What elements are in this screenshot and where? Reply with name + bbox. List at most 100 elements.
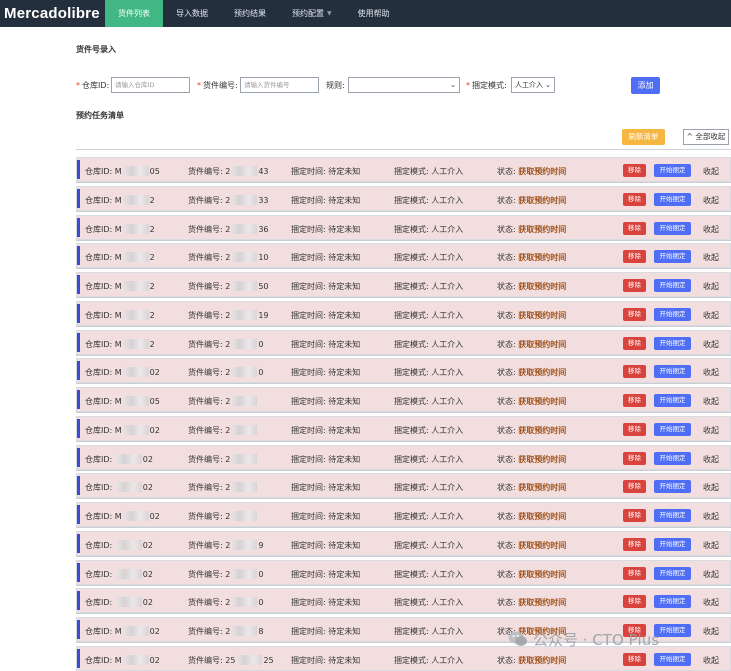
start-binding-button[interactable]: 开始捆定	[654, 279, 691, 292]
remove-button[interactable]: 移除	[623, 307, 646, 321]
collapse-link[interactable]: 收起	[703, 425, 719, 436]
warehouse-id-cell: 仓库ID: 02	[85, 539, 153, 550]
nav-item-booking-config[interactable]: 预约配置 ▼	[279, 0, 345, 27]
shipment-no-input[interactable]: 请输入货件编号	[240, 77, 319, 93]
remove-button[interactable]: 移除	[623, 652, 646, 666]
status-cell: 状态: 获取预约时间	[497, 282, 567, 291]
remove-button[interactable]: 移除	[623, 451, 646, 465]
redacted-mask	[122, 626, 149, 636]
row-accent-bar	[77, 591, 80, 611]
warehouse-id-label: * 仓库ID:	[76, 81, 110, 90]
nav-item-booking-results[interactable]: 预约结果	[221, 0, 279, 27]
bind-mode-select[interactable]: 人工介入 ⌄	[511, 77, 555, 93]
warehouse-id-input[interactable]: 请输入仓库ID	[111, 77, 190, 93]
status-cell: 状态: 获取预约时间	[497, 397, 567, 406]
remove-button[interactable]: 移除	[623, 164, 646, 177]
remove-button[interactable]: 移除	[623, 480, 646, 494]
bind-time-cell: 捆定时间: 待定未知	[291, 655, 361, 665]
start-binding-button[interactable]: 开始捆定	[654, 336, 691, 350]
start-binding-button[interactable]: 开始捆定	[654, 595, 691, 609]
nav-item-import-data[interactable]: 导入数据	[163, 0, 221, 27]
remove-button[interactable]: 移除	[623, 394, 646, 407]
start-binding-button[interactable]: 开始捆定	[654, 509, 691, 522]
warehouse-id-cell: 仓库ID: M 02	[85, 367, 160, 378]
remove-button[interactable]: 移除	[623, 566, 646, 580]
status-badge: 获取预约时间	[518, 224, 567, 234]
remove-button[interactable]: 移除	[623, 250, 646, 264]
start-binding-button[interactable]: 开始捆定	[654, 537, 691, 551]
bind-time-cell: 捆定时间: 待定未知	[291, 282, 361, 291]
shipment-no-cell: 货件编号: 2 33	[188, 194, 269, 205]
start-binding-button[interactable]: 开始捆定	[654, 307, 691, 321]
collapse-link[interactable]: 收起	[703, 310, 719, 321]
remove-button[interactable]: 移除	[623, 537, 646, 551]
remove-button[interactable]: 移除	[623, 365, 646, 379]
redacted-mask	[231, 338, 258, 349]
collapse-link[interactable]: 收起	[703, 454, 719, 465]
redacted-mask	[231, 482, 258, 493]
start-binding-button[interactable]: 开始捆定	[654, 250, 691, 264]
collapse-link[interactable]: 收起	[703, 482, 719, 493]
collapse-link[interactable]: 收起	[703, 569, 719, 580]
brand-logo[interactable]: Mercadolibre	[0, 5, 105, 22]
row-accent-bar	[77, 217, 80, 237]
remove-button[interactable]: 移除	[623, 336, 646, 350]
shipment-no-cell: 货件编号: 20	[188, 338, 264, 349]
warehouse-id-cell: 仓库ID: M 02	[85, 424, 160, 435]
start-binding-button[interactable]: 开始捆定	[654, 422, 691, 436]
add-button[interactable]: 添加	[631, 77, 660, 94]
refresh-list-button[interactable]: 刷新清单	[622, 129, 665, 145]
row-accent-bar	[77, 246, 80, 266]
bind-time-cell: 捆定时间: 待定未知	[291, 425, 361, 435]
remove-button[interactable]: 移除	[623, 509, 646, 522]
row-accent-bar	[77, 648, 80, 668]
bind-time-cell: 捆定时间: 待定未知	[291, 540, 361, 550]
collapse-link[interactable]: 收起	[703, 195, 719, 206]
collapse-link[interactable]: 收起	[703, 597, 719, 608]
redacted-mask	[115, 597, 142, 608]
start-binding-button[interactable]: 开始捆定	[654, 652, 691, 666]
bind-mode-cell: 捆定模式: 人工介入	[394, 512, 464, 521]
collapse-link[interactable]: 收起	[703, 540, 719, 551]
collapse-link[interactable]: 收起	[703, 396, 719, 407]
task-row: 仓库ID: M 02 货件编号: 2 0 捆定时间: 待定未知 捆定模式: 人工介入 状态:…	[76, 358, 731, 384]
start-binding-button[interactable]: 开始捆定	[654, 221, 691, 235]
collapse-link[interactable]: 收起	[703, 224, 719, 235]
start-binding-button[interactable]: 开始捆定	[654, 164, 691, 177]
status-badge: 获取预约时间	[518, 483, 567, 493]
rule-select[interactable]: ⌄	[348, 77, 460, 93]
status-badge: 获取预约时间	[518, 454, 567, 464]
chevron-up-icon: ^	[686, 132, 693, 141]
shipment-no-cell: 货件编号: 25 25	[188, 654, 274, 665]
row-accent-bar	[77, 533, 80, 553]
collapse-link[interactable]: 收起	[703, 166, 719, 177]
collapse-all-button[interactable]: ^ 全部收起	[683, 129, 729, 145]
collapse-link[interactable]: 收起	[703, 252, 719, 263]
redacted-mask	[122, 281, 149, 291]
collapse-link[interactable]: 收起	[703, 367, 719, 378]
collapse-link[interactable]: 收起	[703, 655, 719, 666]
collapse-link[interactable]: 收起	[703, 511, 719, 522]
start-binding-button[interactable]: 开始捆定	[654, 394, 691, 407]
start-binding-button[interactable]: 开始捆定	[654, 192, 691, 206]
collapse-link[interactable]: 收起	[703, 281, 719, 292]
start-binding-button[interactable]: 开始捆定	[654, 566, 691, 580]
nav-item-help[interactable]: 使用帮助	[345, 0, 403, 27]
start-binding-button[interactable]: 开始捆定	[654, 451, 691, 465]
remove-button[interactable]: 移除	[623, 192, 646, 206]
shipment-no-cell: 货件编号: 20	[188, 367, 264, 378]
start-binding-button[interactable]: 开始捆定	[654, 480, 691, 494]
collapse-link[interactable]: 收起	[703, 626, 719, 637]
redacted-mask	[231, 166, 258, 176]
top-nav: Mercadolibre 货件列表 导入数据 预约结果 预约配置 ▼ 使用帮助	[0, 0, 731, 27]
nav-item-shipment-list[interactable]: 货件列表	[105, 0, 163, 27]
start-binding-button[interactable]: 开始捆定	[654, 624, 691, 637]
remove-button[interactable]: 移除	[623, 279, 646, 292]
remove-button[interactable]: 移除	[623, 422, 646, 436]
remove-button[interactable]: 移除	[623, 221, 646, 235]
collapse-link[interactable]: 收起	[703, 339, 719, 350]
remove-button[interactable]: 移除	[623, 595, 646, 609]
row-accent-bar	[77, 620, 80, 639]
start-binding-button[interactable]: 开始捆定	[654, 365, 691, 379]
warehouse-id-cell: 仓库ID: 02	[85, 568, 153, 579]
